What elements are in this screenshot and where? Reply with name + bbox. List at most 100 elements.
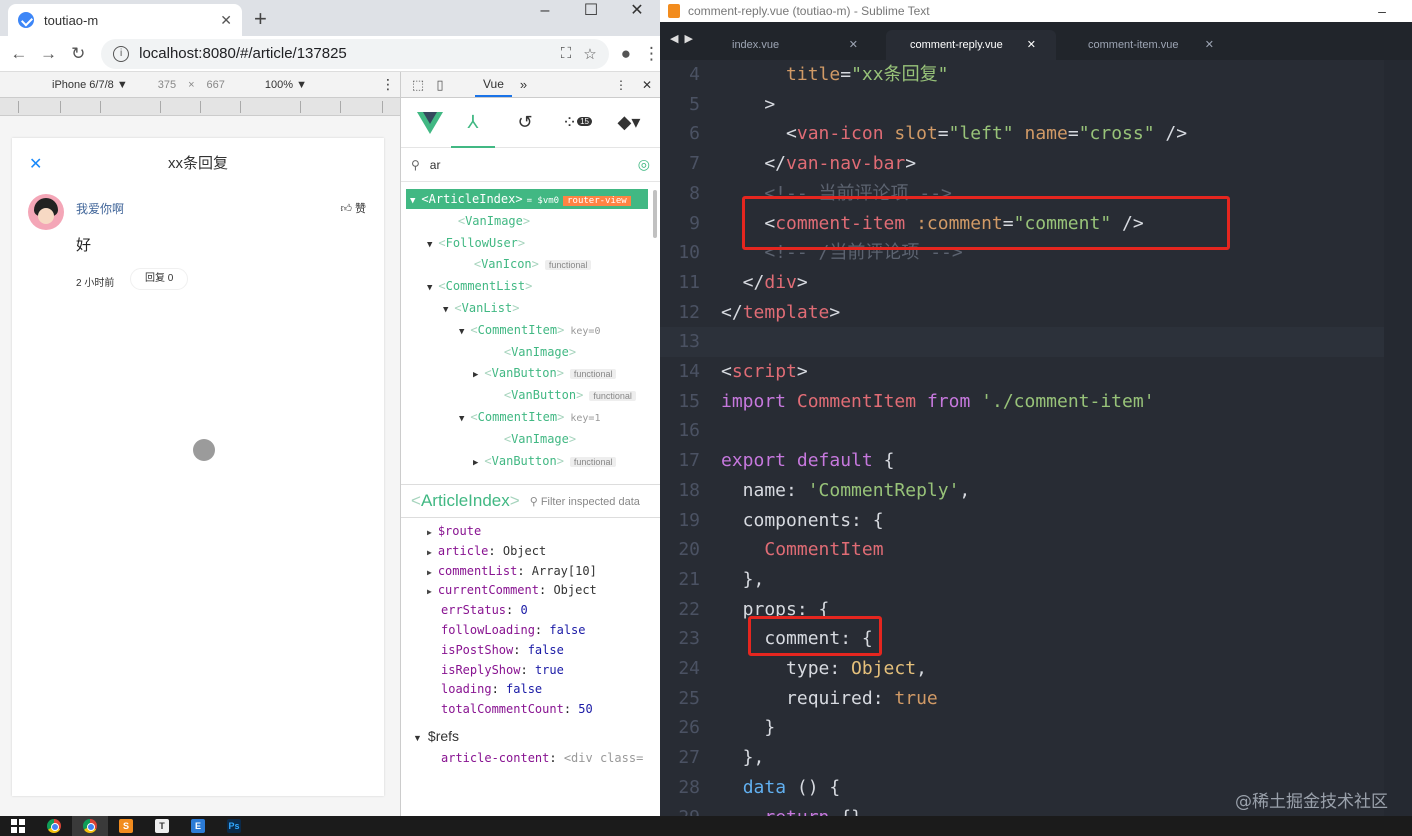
tree-node[interactable]: ▼ <VanList> <box>443 298 519 318</box>
comment-username[interactable]: 我爱你啊 <box>76 200 124 217</box>
taskbar-sublime[interactable]: S <box>108 816 144 836</box>
code-editor[interactable]: 4 title="xx条回复" 5 >6 <van-icon slot="left… <box>660 60 1412 816</box>
tree-toggle-icon[interactable]: ▼ <box>459 414 464 424</box>
data-row[interactable]: isReplyShow: true <box>401 661 661 681</box>
vuex-tab-icon[interactable]: ⁘ 15 <box>555 98 599 148</box>
profile-icon[interactable]: ● <box>621 44 631 64</box>
code-line[interactable]: 5 > <box>660 90 1384 120</box>
data-row[interactable]: ▶ commentList: Array[10] <box>401 562 661 582</box>
tree-toggle-icon[interactable]: ▶ <box>473 458 478 468</box>
device-select[interactable]: iPhone 6/7/8 ▼ <box>52 79 128 91</box>
code-line[interactable]: 26 } <box>660 713 1384 743</box>
code-line[interactable]: 12 </template> <box>660 298 1384 328</box>
tree-toggle-icon[interactable]: ▼ <box>427 283 432 293</box>
data-row[interactable]: ▶ article: Object <box>401 542 661 562</box>
expand-icon[interactable]: ▶ <box>427 568 432 577</box>
taskbar-typora[interactable]: T <box>144 816 180 836</box>
tree-node[interactable]: <VanIcon> functional <box>457 254 592 274</box>
code-line[interactable]: 24 type: Object, <box>660 654 1384 684</box>
tree-toggle-icon[interactable]: ▼ <box>459 327 464 337</box>
code-line[interactable]: 4 title="xx条回复" <box>660 60 1384 90</box>
tree-node[interactable]: <VanImage> <box>487 342 576 362</box>
close-icon[interactable]: ✕ <box>849 30 858 60</box>
code-line[interactable]: 13 <box>660 327 1384 357</box>
refs-section[interactable]: ▼ $refs <box>401 724 661 748</box>
bookmark-star-icon[interactable]: ☆ <box>583 45 596 63</box>
code-line[interactable]: 7 </van-nav-bar> <box>660 149 1384 179</box>
search-input[interactable]: ar <box>430 158 638 172</box>
devtools-menu-icon[interactable]: ⋮ <box>608 78 634 92</box>
viewport-height[interactable]: 667 <box>207 79 225 91</box>
translate-icon[interactable]: ⛶ <box>561 45 572 62</box>
tree-toggle-icon[interactable] <box>487 349 498 359</box>
tree-toggle-icon[interactable] <box>441 218 452 228</box>
minimize-button[interactable]: – <box>522 0 568 30</box>
tree-node[interactable]: ▼ <CommentItem> key=0 <box>459 320 600 340</box>
history-tab-icon[interactable]: ↺ <box>503 98 547 148</box>
zoom-select[interactable]: 100% ▼ <box>265 79 307 91</box>
device-more-icon[interactable]: ⋮ <box>381 76 395 93</box>
browser-tab[interactable]: toutiao-m ✕ <box>8 4 242 36</box>
forward-icon[interactable]: → <box>34 44 64 64</box>
data-row[interactable]: followLoading: false <box>401 621 661 641</box>
code-line[interactable]: 19 components: { <box>660 506 1384 536</box>
collapse-icon[interactable]: ▼ <box>413 733 422 743</box>
taskbar-chrome[interactable] <box>36 816 72 836</box>
code-line[interactable]: 18 name: 'CommentReply', <box>660 476 1384 506</box>
tree-toggle-icon[interactable]: ▼ <box>443 305 448 315</box>
taskbar-photoshop[interactable]: Ps <box>216 816 252 836</box>
close-icon[interactable]: ✕ <box>29 154 42 174</box>
data-row[interactable]: loading: false <box>401 680 661 700</box>
tree-node[interactable]: <VanButton> functional <box>487 385 636 405</box>
reply-button[interactable]: 回复 0 <box>130 268 189 290</box>
tree-toggle-icon[interactable]: ▶ <box>473 370 478 380</box>
start-button[interactable] <box>0 816 36 836</box>
tab-vue[interactable]: Vue <box>475 73 512 97</box>
tree-toggle-icon[interactable] <box>457 261 468 271</box>
tab-comment-item-vue[interactable]: comment-item.vue ✕ <box>1064 30 1234 60</box>
code-line[interactable]: 25 required: true <box>660 684 1384 714</box>
devtools-close-icon[interactable]: ✕ <box>634 78 660 92</box>
like-button[interactable]: 👍︎ 赞 <box>340 200 366 216</box>
tree-node[interactable]: ▼ <FollowUser> <box>427 233 525 253</box>
tree-node[interactable]: <VanImage> <box>441 211 530 231</box>
tree-node[interactable]: ▼ <CommentItem> key=1 <box>459 407 600 427</box>
code-line[interactable]: 6 <van-icon slot="left" name="cross" /> <box>660 119 1384 149</box>
data-row[interactable]: ▶ $route <box>401 522 661 542</box>
code-line[interactable]: 20 CommentItem <box>660 535 1384 565</box>
tree-node[interactable]: ▶ <VanButton> functional <box>473 363 617 383</box>
code-line[interactable]: 27 }, <box>660 743 1384 773</box>
close-window-button[interactable]: ✕ <box>614 0 660 30</box>
address-bar[interactable]: i localhost:8080/#/article/137825 ⛶ ☆ <box>101 38 609 69</box>
tab-comment-reply-vue[interactable]: comment-reply.vue ✕ <box>886 30 1056 60</box>
select-component-icon[interactable]: ◎ <box>638 156 650 173</box>
back-icon[interactable]: ← <box>4 44 34 64</box>
tree-node[interactable]: ▼ <CommentList> <box>427 276 532 296</box>
info-icon[interactable]: i <box>113 45 130 62</box>
close-icon[interactable]: ✕ <box>1205 30 1214 60</box>
url-text[interactable]: localhost:8080/#/article/137825 <box>139 45 549 62</box>
expand-icon[interactable]: ▶ <box>427 528 432 537</box>
tree-toggle-icon[interactable]: ▼ <box>410 196 415 206</box>
components-tab-icon[interactable]: ⅄ <box>451 98 495 148</box>
code-line[interactable]: 11 </div> <box>660 268 1384 298</box>
code-line[interactable]: 17 export default { <box>660 446 1384 476</box>
taskbar-editor[interactable]: E <box>180 816 216 836</box>
sublime-minimize-button[interactable]: – <box>1352 3 1412 19</box>
data-row[interactable]: errStatus: 0 <box>401 601 661 621</box>
tree-scrollbar[interactable] <box>653 190 657 238</box>
tree-toggle-icon[interactable]: ▼ <box>427 240 432 250</box>
tree-toggle-icon[interactable] <box>487 436 498 446</box>
avatar[interactable] <box>28 194 64 230</box>
component-search[interactable]: ⚲ ar ◎ <box>401 148 660 182</box>
filter-input[interactable]: ⚲ Filter inspected data <box>530 495 640 508</box>
code-line[interactable]: 14 <script> <box>660 357 1384 387</box>
tree-toggle-icon[interactable] <box>487 392 498 402</box>
tree-node[interactable]: ▶ <VanButton> functional <box>473 451 617 471</box>
data-row[interactable]: isPostShow: false <box>401 641 661 661</box>
taskbar-chrome-active[interactable] <box>72 816 108 836</box>
ref-row[interactable]: article-content: <div class= <box>401 748 661 768</box>
code-line[interactable]: 21 }, <box>660 565 1384 595</box>
code-line[interactable]: 16 <box>660 416 1384 446</box>
viewport-width[interactable]: 375 <box>158 79 176 91</box>
